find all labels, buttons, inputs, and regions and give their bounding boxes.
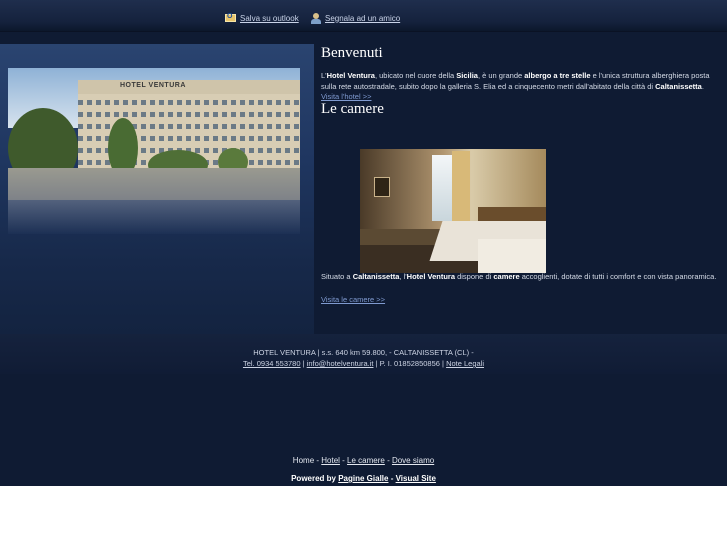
save-outlook-label[interactable]: Salva su outlook [240,14,299,23]
footer-address: HOTEL VENTURA | s.s. 640 km 59.800, - CA… [253,348,474,357]
visit-hotel-link[interactable]: Visita l'hotel >> [321,92,372,101]
page: Salva su outlook Segnala ad un amico HOT… [0,0,727,486]
room-photo [360,149,546,273]
tell-friend-link[interactable]: Segnala ad un amico [311,12,400,24]
visit-rooms-link[interactable]: Visita le camere >> [321,295,721,304]
save-outlook-link[interactable]: Salva su outlook [225,12,299,24]
rooms-title: Le camere [321,101,384,117]
welcome-title: Benvenuti [321,45,383,61]
phone-link[interactable]: Tel. 0934 553780 [243,359,301,368]
powered-by: Powered by Pagine Gialle - Visual Site [291,474,436,483]
email-link[interactable]: info@hotelventura.it [307,359,374,368]
visual-site-link[interactable]: Visual Site [396,474,436,483]
tell-friend-label[interactable]: Segnala ad un amico [325,14,400,23]
rooms-paragraph: Situato a Caltanissetta, l'Hotel Ventura… [321,272,717,281]
welcome-paragraph: L'Hotel Ventura, ubicato nel cuore della… [321,71,710,91]
hotel-photo: HOTEL VENTURA [8,68,300,234]
nav-hotel[interactable]: Hotel [321,456,340,465]
friend-icon [311,12,321,24]
legal-notes-link[interactable]: Note Legali [446,359,484,368]
pagine-gialle-link[interactable]: Pagine Gialle [338,474,388,483]
nav-dove-siamo[interactable]: Dove siamo [392,456,434,465]
nav-home[interactable]: Home [293,456,314,465]
outlook-icon [225,13,236,22]
footer: HOTEL VENTURA | s.s. 640 km 59.800, - CA… [0,334,727,374]
main-content: Benvenuti L'Hotel Ventura, ubicato nel c… [321,44,721,118]
hotel-sign: HOTEL VENTURA [120,82,186,89]
top-bar: Salva su outlook Segnala ad un amico [0,0,727,32]
rooms-section: Situato a Caltanissetta, l'Hotel Ventura… [321,271,721,304]
nav-camere[interactable]: Le camere [347,456,385,465]
bottom-nav: Home - Hotel - Le camere - Dove siamo [292,456,435,465]
footer-contacts: Tel. 0934 553780 | info@hotelventura.it … [242,359,485,368]
left-panel: HOTEL VENTURA [0,44,314,334]
